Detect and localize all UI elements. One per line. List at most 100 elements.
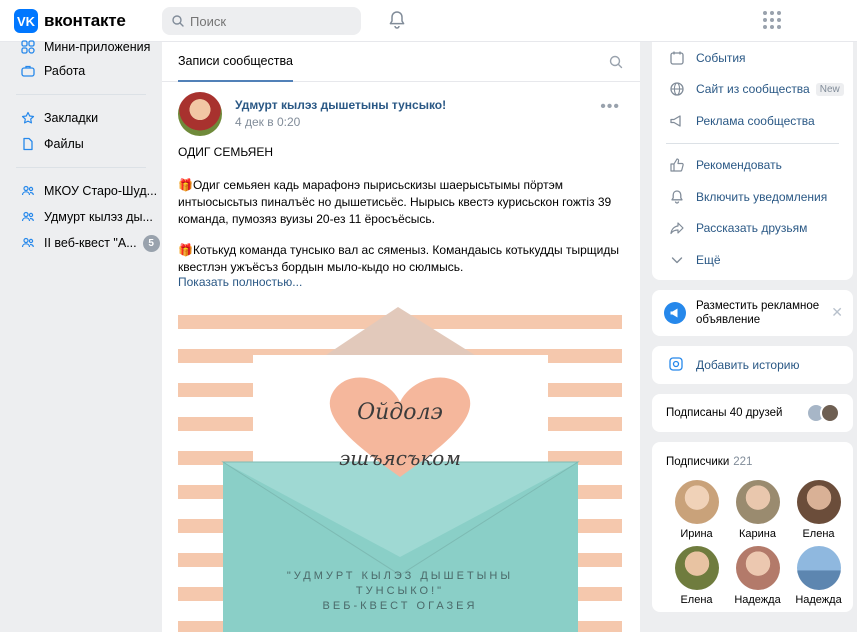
subscriber-name: Надежда — [795, 593, 842, 606]
notifications-bell-icon[interactable] — [386, 9, 408, 31]
nav-work[interactable]: Работа — [0, 58, 160, 84]
bell-icon — [668, 188, 686, 206]
action-more[interactable]: Ещё — [652, 244, 853, 276]
globe-icon — [668, 80, 686, 98]
add-story-label: Добавить историю — [696, 357, 800, 372]
action-recommend[interactable]: Рекомендовать — [652, 150, 853, 182]
ad-card[interactable]: Разместить рекламное объявление ✕ — [652, 289, 853, 336]
actions-divider — [666, 142, 839, 144]
mini-apps-icon — [20, 39, 36, 55]
subscriber-name: Ирина — [680, 527, 713, 540]
vk-logo[interactable]: VK вконтакте — [14, 9, 126, 33]
story-icon — [668, 356, 686, 374]
show-more-link[interactable]: Показать полностью... — [162, 275, 640, 289]
nav-group-mkou[interactable]: МКОУ Старо-Шуд... — [0, 178, 160, 204]
calendar-icon — [668, 49, 686, 67]
action-notifications[interactable]: Включить уведомления — [652, 181, 853, 213]
subscriber-item[interactable]: Ирина — [666, 479, 727, 540]
image-caption-line1: "УДМУРТ КЫЛЭЗ ДЫШЕТЫНЫ — [287, 570, 513, 582]
subscribers-header[interactable]: Подписчики 221 — [666, 456, 841, 468]
image-caption-line2: ТУНСЫКО!" — [356, 585, 444, 597]
subscribers-title: Подписчики — [666, 455, 730, 468]
heart-text-line2: эшъясъком — [339, 446, 461, 470]
briefcase-icon — [20, 63, 36, 79]
nav-label: Файлы — [44, 137, 84, 151]
post-more-icon[interactable]: ••• — [600, 98, 620, 116]
avatar — [735, 545, 780, 590]
group-icon — [20, 183, 36, 199]
vk-logo-text: вконтакте — [44, 11, 126, 30]
close-icon[interactable]: ✕ — [831, 304, 843, 321]
share-icon — [668, 219, 686, 237]
action-events[interactable]: События — [652, 42, 853, 74]
vk-logo-icon: VK — [14, 9, 38, 33]
image-caption-line3: ВЕБ-КВЕСТ ОГАЗЕЯ — [323, 600, 478, 612]
star-icon — [20, 110, 36, 126]
post-paragraph: 🎁Котькуд команда тунсыко вал ас сяменыз.… — [178, 243, 619, 274]
nav-label: Закладки — [44, 111, 99, 125]
add-story-card[interactable]: Добавить историю — [652, 345, 853, 384]
nav-group-quest[interactable]: II веб-квест "А... 5 — [0, 230, 160, 256]
action-share[interactable]: Рассказать друзьям — [652, 213, 853, 245]
nav-label: II веб-квест "А... — [44, 236, 137, 250]
community-wall: Записи сообщества Удмурт кылэз дышетыны … — [162, 42, 640, 632]
nav-label: Работа — [44, 64, 86, 78]
post-text: ОДИГ СЕМЬЯЕН 🎁Одиг семьяен кадь марафонэ… — [162, 144, 640, 276]
action-label: Ещё — [696, 252, 721, 267]
right-column: События Сайт из сообщества New Реклама с… — [652, 42, 853, 622]
search-box[interactable] — [162, 7, 361, 35]
new-tag: New — [815, 82, 844, 96]
counter-badge: 5 — [142, 234, 160, 252]
subscriber-item[interactable]: Елена — [788, 479, 849, 540]
post-image[interactable]: Ойдолэ эшъясъком "УДМУРТ КЫЛЭЗ ДЫШЕТЫНЫ … — [178, 307, 622, 632]
post-header: Удмурт кылэз дышетыны тунсыко! 4 дек в 0… — [162, 82, 640, 142]
subscribers-count: 221 — [733, 455, 753, 468]
action-site[interactable]: Сайт из сообщества New — [652, 74, 853, 106]
avatar — [735, 479, 780, 524]
avatar — [674, 479, 719, 524]
wall-tabs: Записи сообщества — [162, 42, 640, 82]
subscriber-item[interactable]: Карина — [727, 479, 788, 540]
subscriber-item[interactable]: Елена — [666, 545, 727, 606]
chevron-down-icon — [668, 251, 686, 269]
ad-text: Разместить рекламное объявление — [696, 299, 820, 326]
search-input[interactable] — [190, 13, 350, 29]
action-label: Сайт из сообщества — [696, 82, 810, 97]
nav-mini-apps[interactable]: Мини-приложения — [0, 36, 160, 58]
post-author[interactable]: Удмурт кылэз дышетыны тунсыко! — [235, 98, 446, 112]
nav-label: Мини-приложения — [44, 40, 151, 54]
subscriber-name: Карина — [739, 527, 776, 540]
post-paragraph: 🎁Одиг семьяен кадь марафонэ пырисьскизы … — [178, 178, 612, 226]
avatar — [674, 545, 719, 590]
ad-megaphone-icon — [664, 301, 686, 324]
action-label: Реклама сообщества — [696, 113, 815, 128]
friend-avatar — [820, 402, 840, 423]
action-ads[interactable]: Реклама сообщества — [652, 105, 853, 137]
subscribers-grid: Ирина Карина Елена Елена Надежда Надежда — [666, 479, 842, 606]
nav-files[interactable]: Файлы — [0, 131, 160, 157]
megaphone-icon — [668, 112, 686, 130]
left-navigation: Мини-приложения Работа Закладки Файлы МК… — [0, 36, 160, 256]
nav-group-udmurt[interactable]: Удмурт кылэз ды... — [0, 204, 160, 230]
wall-search-icon[interactable] — [608, 54, 624, 70]
apps-grid-icon[interactable] — [763, 11, 781, 29]
action-label: Рекомендовать — [696, 158, 782, 173]
nav-bookmarks[interactable]: Закладки — [0, 105, 160, 131]
subscriber-name: Елена — [680, 593, 713, 606]
subscribers-card: Подписчики 221 Ирина Карина Елена Елена Н… — [652, 441, 853, 612]
friends-subscribed-card[interactable]: Подписаны 40 друзей — [652, 393, 853, 432]
friends-subscribed-text: Подписаны 40 друзей — [666, 406, 783, 419]
avatar — [796, 479, 841, 524]
subscriber-item[interactable]: Надежда — [727, 545, 788, 606]
subscriber-item[interactable]: Надежда — [788, 545, 849, 606]
heart-text-line1: Ойдолэ — [357, 400, 443, 425]
group-icon — [20, 235, 36, 251]
action-label: Включить уведомления — [696, 189, 828, 204]
post-date[interactable]: 4 дек в 0:20 — [235, 115, 300, 129]
tab-community-posts[interactable]: Записи сообщества — [178, 42, 293, 82]
nav-divider — [16, 167, 146, 168]
subscriber-name: Елена — [802, 527, 835, 540]
file-icon — [20, 136, 36, 152]
thumbs-up-icon — [668, 156, 686, 174]
author-avatar[interactable] — [178, 92, 222, 136]
